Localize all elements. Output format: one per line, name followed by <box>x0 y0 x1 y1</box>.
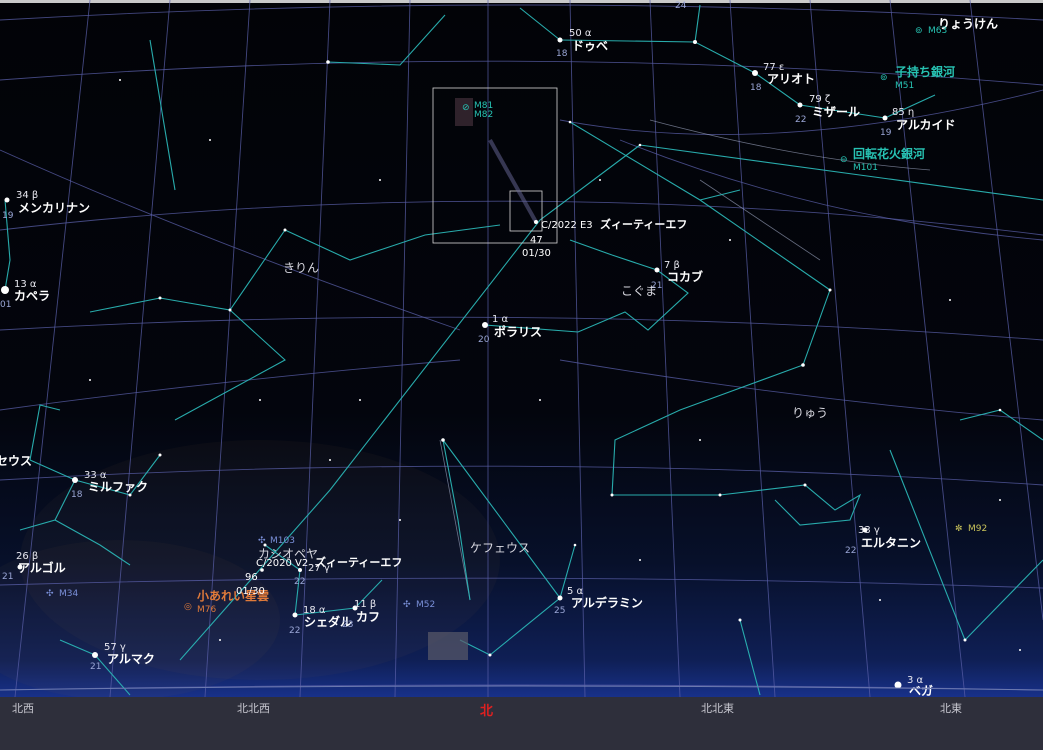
m103-symbol: ✣ <box>258 536 266 546</box>
algol-mag: 21 <box>2 572 13 582</box>
sky-map-svg: 24 50 α ドゥベ 18 77 ε アリオト 18 79 ζ ミザール 22… <box>0 0 1043 700</box>
caph-name: カフ <box>356 610 380 624</box>
m92-symbol: ✼ <box>955 524 963 534</box>
algol-name: アルゴル <box>18 560 66 575</box>
comet-c2022e3-name: ズィーティーエフ <box>600 217 687 231</box>
kochab-name: コカブ <box>667 269 703 284</box>
m63-code: M63 <box>928 26 947 36</box>
alioth-name: アリオト <box>767 72 815 86</box>
almach-name: アルマク <box>107 652 155 666</box>
eltanin-name: エルタニン <box>861 536 921 550</box>
comet-c2022e3-designation: C/2022 E3 <box>541 220 593 231</box>
comet-field-box-small <box>509 190 543 232</box>
m51-name: 子持ち銀河 <box>895 64 955 79</box>
constellation-draco: りゅう <box>792 406 828 420</box>
m34-code: M34 <box>59 589 78 599</box>
constellation-ursa-minor: こぐま <box>621 284 657 298</box>
alkaid-name: アルカイド <box>896 118 956 132</box>
alderamin-name: アルデラミン <box>571 595 643 610</box>
caph-mag: 23 <box>342 620 353 630</box>
constellation-perseus: ペルセウス <box>0 454 32 468</box>
m52-code: M52 <box>416 600 435 610</box>
menkalinan-mag: 19 <box>2 211 14 221</box>
caph-number: 11 β <box>354 599 376 610</box>
mizar-mag: 22 <box>795 115 806 125</box>
mizar-number: 79 ζ <box>809 94 830 105</box>
alkaid-number: 85 η <box>892 107 914 118</box>
almach-mag: 21 <box>90 662 101 672</box>
capella-mag: 01 <box>0 300 11 310</box>
direction-northwest: 北西 <box>12 702 34 715</box>
m81-symbol: ⊘ <box>462 103 470 113</box>
polaris-name: ポラリス <box>494 324 542 339</box>
menkalinan-number: 34 β <box>16 190 38 201</box>
navi-mag: 22 <box>294 577 305 587</box>
comet-c2020v2-mag: 96 <box>245 572 258 583</box>
m101-symbol: ⊖ <box>840 155 848 165</box>
polaris-mag: 20 <box>478 335 490 345</box>
m101-name: 回転花火銀河 <box>853 146 925 161</box>
comet-c2020v2-designation: C/2020 V2 <box>256 558 308 569</box>
eltanin-mag: 22 <box>845 546 856 556</box>
mizar-name: ミザール <box>812 105 860 119</box>
alderamin-mag: 25 <box>554 606 565 616</box>
direction-northeast: 北東 <box>940 702 962 715</box>
alioth-mag: 18 <box>750 83 762 93</box>
comet-c2020v2-name: ズィーティーエフ <box>315 555 402 569</box>
alkaid-mag: 19 <box>880 128 892 138</box>
m51-symbol: ⊚ <box>880 73 888 83</box>
comet-tail <box>488 139 538 223</box>
ground-strip <box>0 697 1043 750</box>
m52-symbol: ✣ <box>403 600 411 610</box>
star-chart[interactable]: 24 50 α ドゥベ 18 77 ε アリオト 18 79 ζ ミザール 22… <box>0 0 1043 750</box>
m76-symbol: ◎ <box>184 602 192 612</box>
vega-name: ベガ <box>909 683 933 698</box>
polaris-number: 1 α <box>492 314 509 325</box>
comet-c2020v2-date: 01/30 <box>236 586 265 597</box>
comet-c2022e3-date: 01/30 <box>522 248 551 259</box>
m34-symbol: ✣ <box>46 589 54 599</box>
m101-code: M101 <box>853 163 878 173</box>
direction-north-northeast: 北北東 <box>701 702 734 715</box>
m51-code: M51 <box>895 81 914 91</box>
dubhe-mag: 18 <box>556 49 568 59</box>
capella-name: カペラ <box>14 289 50 303</box>
m103-code: M103 <box>270 536 295 546</box>
cepheus-nebula-image <box>428 632 468 660</box>
direction-north: 北 <box>480 704 494 719</box>
m63-symbol: ⊚ <box>915 26 923 36</box>
menkalinan-name: メンカリナン <box>18 201 90 215</box>
dubhe-name: ドゥベ <box>572 39 608 53</box>
dubhe-number: 50 α <box>569 28 592 39</box>
m82-code: M82 <box>474 110 493 120</box>
mirfak-mag: 18 <box>71 490 83 500</box>
schedar-mag: 22 <box>289 626 300 636</box>
eltanin-number: 33 γ <box>858 525 880 536</box>
direction-north-northwest: 北北西 <box>237 702 270 715</box>
constellation-boundaries <box>439 119 931 601</box>
m76-code: M76 <box>197 605 216 615</box>
mirfak-name: ミルファク <box>88 480 148 494</box>
comet-c2022e3-mag: 47 <box>530 235 543 246</box>
star-number-top: 24 <box>675 1 687 11</box>
comet-field-box-large <box>432 87 558 244</box>
constellation-camelopardalis: きりん <box>283 261 319 275</box>
constellation-cepheus: ケフェウス <box>470 541 530 555</box>
m92-code: M92 <box>968 524 987 534</box>
